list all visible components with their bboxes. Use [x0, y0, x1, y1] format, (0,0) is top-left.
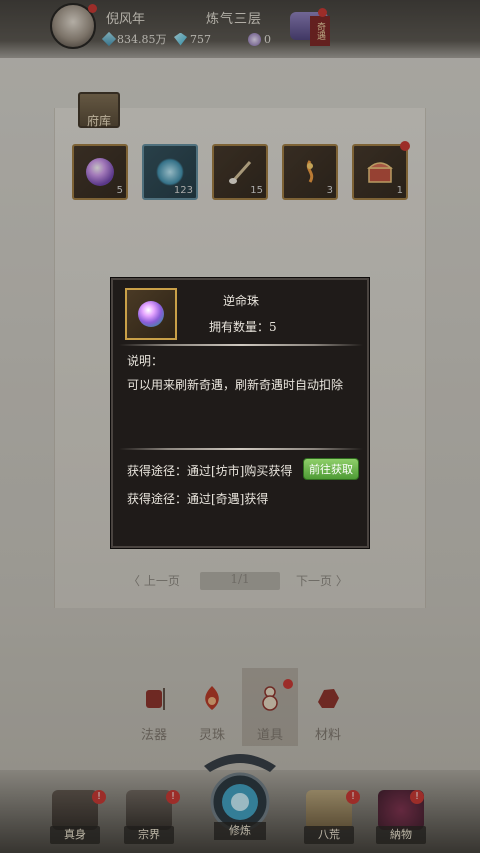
description-label: 说明： [127, 354, 164, 368]
source-market: 获得途径：通过[坊市]购买获得 [127, 464, 293, 478]
item-owned-count: 拥有数量：5 [209, 320, 277, 334]
item-detail-popup: 逆命珠 拥有数量：5 说明： 可以用来刷新奇遇，刷新奇遇时自动扣除 获得途径：通… [111, 278, 369, 548]
source-encounter: 获得途径：通过[奇遇]获得 [127, 492, 269, 506]
item-icon-frame [125, 288, 177, 340]
divider [119, 448, 363, 450]
description-text: 可以用来刷新奇遇，刷新奇遇时自动扣除 [127, 378, 344, 392]
purple-orb-icon [138, 301, 164, 327]
item-name: 逆命珠 [223, 294, 260, 308]
go-obtain-button[interactable]: 前往获取 [303, 458, 359, 480]
divider [119, 344, 363, 346]
